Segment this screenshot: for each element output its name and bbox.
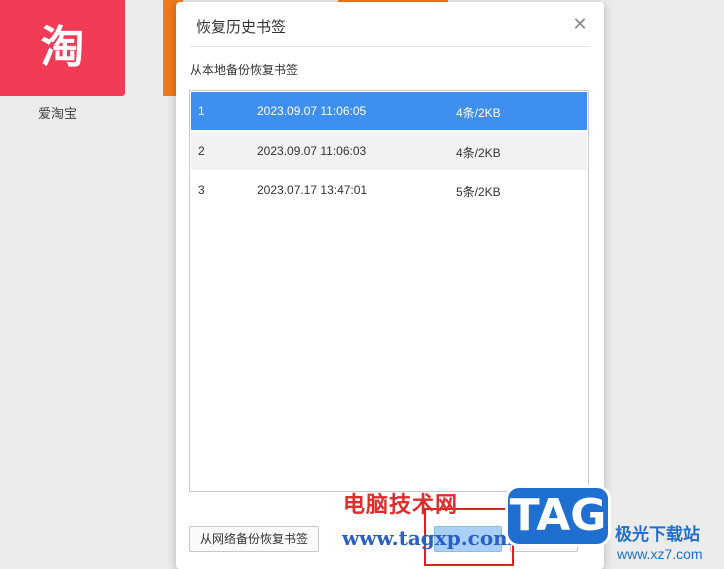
- row-datetime: 2023.09.07 11:06:05: [257, 104, 367, 118]
- watermark-site-name: 极光下载站: [615, 525, 700, 544]
- row-datetime: 2023.07.17 13:47:01: [257, 183, 368, 197]
- list-item[interactable]: 3 2023.07.17 13:47:01 5条/2KB: [191, 171, 587, 209]
- taobao-tile[interactable]: 淘: [0, 0, 125, 96]
- restore-from-network-button[interactable]: 从网络备份恢复书签: [189, 526, 319, 552]
- row-info: 5条/2KB: [456, 185, 501, 199]
- watermark-site-url: www.xz7.com: [617, 546, 703, 562]
- watermark-url: www.tagxp.com: [342, 526, 515, 550]
- row-datetime: 2023.09.07 11:06:03: [257, 144, 367, 158]
- taobao-logo-icon: 淘: [40, 22, 85, 73]
- restore-bookmarks-dialog: 恢复历史书签 ✕ 从本地备份恢复书签 1 2023.09.07 11:06:05…: [176, 2, 604, 569]
- section-label: 从本地备份恢复书签: [190, 63, 299, 77]
- title-divider: [190, 46, 590, 47]
- list-item[interactable]: 2 2023.09.07 11:06:03 4条/2KB: [191, 132, 587, 170]
- watermark-badge: TAG: [505, 485, 611, 547]
- list-item[interactable]: 1 2023.09.07 11:06:05 4条/2KB: [191, 92, 587, 130]
- row-info: 4条/2KB: [456, 146, 501, 160]
- taobao-tile-label: 爱淘宝: [37, 106, 77, 121]
- row-index: 1: [198, 104, 205, 118]
- row-index: 2: [198, 144, 205, 158]
- dialog-title: 恢复历史书签: [196, 19, 287, 36]
- backup-list[interactable]: 1 2023.09.07 11:06:05 4条/2KB 2 2023.09.0…: [189, 90, 589, 492]
- watermark-title: 电脑技术网: [343, 493, 459, 518]
- row-index: 3: [198, 183, 205, 197]
- row-info: 4条/2KB: [456, 106, 501, 120]
- close-icon[interactable]: ✕: [570, 14, 590, 34]
